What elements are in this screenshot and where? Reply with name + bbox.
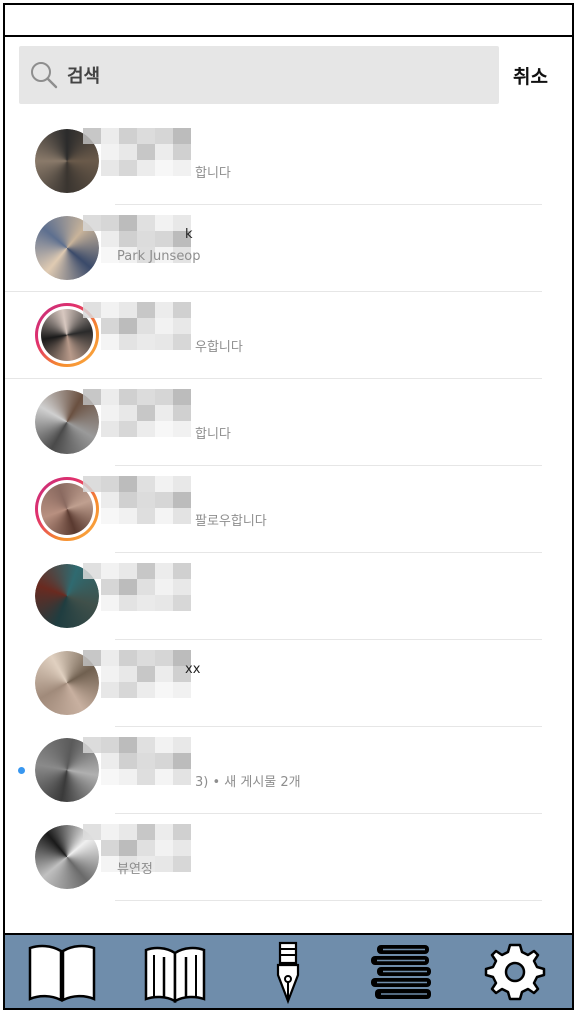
nav-open-book[interactable] [26, 937, 98, 1007]
search-input[interactable]: 검색 [19, 46, 499, 104]
search-result-row[interactable]: 우합니다 [5, 292, 572, 379]
result-subtitle: Park Junseop [117, 249, 201, 264]
redacted-name-block [83, 476, 191, 524]
redacted-name-block [83, 563, 191, 611]
search-result-row[interactable]: 3) • 새 게시물 2개 [5, 727, 572, 814]
search-result-row[interactable] [5, 553, 572, 640]
search-result-row[interactable]: xx [5, 640, 572, 727]
unread-indicator [18, 767, 25, 774]
cancel-button[interactable]: 취소 [513, 62, 548, 89]
nav-write[interactable] [252, 937, 324, 1007]
search-result-row[interactable]: k Park Junseop [5, 205, 572, 292]
search-placeholder: 검색 [67, 66, 101, 87]
search-icon [31, 62, 58, 89]
fountain-pen-icon [277, 941, 300, 1004]
result-subtitle: 팔로우합니다 [195, 514, 267, 529]
result-username: k [185, 227, 193, 242]
results-list: 합니다 k Park Junseop 우합니다 합니다 팔로우합니다 xx 3) • 새 게시… [5, 118, 572, 901]
result-username: xx [185, 662, 201, 677]
redacted-name-block [83, 389, 191, 437]
gear-icon [485, 943, 546, 1000]
search-result-row[interactable]: 합니다 [5, 379, 572, 466]
nav-reading-book[interactable] [139, 937, 211, 1007]
result-subtitle: 합니다 [195, 166, 231, 181]
book-stack-icon [370, 944, 431, 999]
redacted-name-block [83, 128, 191, 176]
open-book-icon [28, 944, 95, 1002]
redacted-name-block [83, 650, 191, 698]
row-divider [115, 900, 542, 901]
app-frame: 검색 취소 합니다 k Park Junseop 우합니다 합니다 팔로우합니다 xx 3) … [3, 3, 574, 1010]
search-result-row[interactable]: 합니다 [5, 118, 572, 205]
search-result-row[interactable]: 뷰연정 [5, 814, 572, 901]
result-subtitle: 3) • 새 게시물 2개 [195, 775, 301, 790]
reading-book-icon [144, 946, 206, 1003]
status-bar [5, 5, 572, 37]
search-result-row[interactable]: 팔로우합니다 [5, 466, 572, 553]
redacted-name-block [83, 737, 191, 785]
redacted-name-block [83, 302, 191, 350]
result-subtitle: 합니다 [195, 427, 231, 442]
result-subtitle: 우합니다 [195, 340, 243, 355]
nav-settings[interactable] [479, 937, 551, 1007]
bottom-nav [5, 933, 572, 1008]
result-subtitle: 뷰연정 [117, 862, 153, 877]
nav-library[interactable] [366, 937, 438, 1007]
